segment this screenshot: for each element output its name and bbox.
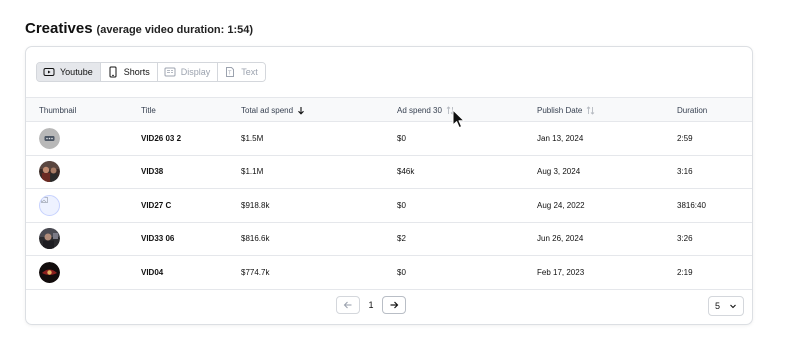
- column-header-duration: Duration: [677, 98, 707, 123]
- mouse-cursor-icon: [452, 109, 465, 129]
- video-title: VID27 C: [141, 200, 172, 210]
- duration: 2:19: [677, 267, 693, 277]
- publish-date: Jun 26, 2024: [537, 234, 584, 244]
- column-label: Total ad spend: [241, 106, 294, 115]
- ad-spend-30: $0: [397, 200, 406, 210]
- duration: 2:59: [677, 133, 693, 143]
- video-thumbnail[interactable]: [39, 261, 60, 283]
- thumbnail-cell: [39, 189, 60, 222]
- column-header-publish-date[interactable]: Publish Date: [537, 98, 595, 123]
- average-duration-label: (average video duration: 1:54): [96, 24, 254, 36]
- tab-display[interactable]: Display: [157, 63, 219, 81]
- previous-page-button[interactable]: [336, 296, 360, 314]
- table-row[interactable]: VID27 C $918.8k $0 Aug 24, 2022 3816:40: [26, 189, 752, 223]
- total-ad-spend: $918.8k: [241, 200, 270, 210]
- video-title: VID38: [141, 167, 164, 177]
- tab-text-label: Text: [241, 66, 258, 77]
- thumbnail-cell: [39, 256, 60, 289]
- page-title: Creatives: [25, 20, 93, 37]
- total-ad-spend: $1.1M: [241, 167, 264, 177]
- column-header-total-ad-spend[interactable]: Total ad spend: [241, 98, 305, 123]
- tab-text[interactable]: T Text: [218, 63, 265, 81]
- thumbnail-cell: [39, 122, 60, 155]
- sort-icon[interactable]: [586, 106, 595, 115]
- creative-type-tabs: Youtube Shorts Display T Text: [36, 62, 266, 82]
- sort-descending-icon[interactable]: [297, 106, 305, 115]
- pagination: 1: [336, 296, 406, 314]
- video-title: VID26 03 2: [141, 133, 182, 143]
- publish-date: Jan 13, 2024: [537, 133, 584, 143]
- arrow-right-icon: [390, 301, 399, 309]
- ad-spend-30: $0: [397, 267, 406, 277]
- video-thumbnail[interactable]: [39, 228, 60, 250]
- chevron-down-icon: [730, 304, 736, 309]
- thumbnail-cell: [39, 156, 60, 189]
- publish-date: Aug 24, 2022: [537, 200, 585, 210]
- youtube-icon: [43, 66, 55, 78]
- video-thumbnail[interactable]: [39, 161, 60, 183]
- table-header: Thumbnail Title Total ad spend Ad spend …: [26, 97, 752, 122]
- table-row[interactable]: VID04 $774.7k $0 Feb 17, 2023 2:19: [26, 256, 752, 290]
- creatives-card: Youtube Shorts Display T Text Thumbnail …: [25, 46, 753, 325]
- text-icon: T: [224, 66, 236, 78]
- arrow-left-icon: [343, 301, 352, 309]
- tab-shorts-label: Shorts: [123, 66, 150, 77]
- display-icon: [164, 66, 176, 78]
- column-header-ad-spend-30[interactable]: Ad spend 30: [397, 98, 455, 123]
- video-title: VID04: [141, 267, 164, 277]
- ad-spend-30: $0: [397, 133, 406, 143]
- duration: 3:16: [677, 167, 693, 177]
- svg-text:T: T: [227, 71, 232, 77]
- tab-youtube-label: Youtube: [60, 66, 93, 77]
- page-size-value: 5: [715, 301, 721, 311]
- table-row[interactable]: VID33 06 $816.6k $2 Jun 26, 2024 3:26: [26, 223, 752, 256]
- publish-date: Aug 3, 2024: [537, 167, 581, 177]
- creatives-table: Thumbnail Title Total ad spend Ad spend …: [26, 97, 752, 290]
- column-label: Duration: [677, 106, 708, 115]
- column-header-thumbnail: Thumbnail: [39, 98, 76, 123]
- table-row[interactable]: VID26 03 2 $1.5M $0 Jan 13, 2024 2:59: [26, 122, 752, 156]
- section-header: Creatives (average video duration: 1:54): [25, 20, 253, 37]
- column-label: Ad spend 30: [397, 106, 442, 115]
- page-size-select[interactable]: 5: [708, 296, 744, 316]
- total-ad-spend: $774.7k: [241, 267, 270, 277]
- ad-spend-30: $46k: [397, 167, 415, 177]
- tab-display-label: Display: [180, 66, 211, 77]
- column-label: Publish Date: [537, 106, 583, 115]
- column-label: Thumbnail: [39, 106, 77, 115]
- tab-shorts[interactable]: Shorts: [100, 63, 158, 81]
- video-title: VID33 06: [141, 234, 175, 244]
- current-page-number: 1: [368, 300, 374, 310]
- publish-date: Feb 17, 2023: [537, 267, 585, 277]
- thumbnail-cell: [39, 223, 60, 256]
- column-label: Title: [141, 106, 156, 115]
- duration: 3:26: [677, 234, 693, 244]
- duration: 3816:40: [677, 200, 706, 210]
- tab-youtube[interactable]: Youtube: [37, 63, 101, 81]
- table-row[interactable]: VID38 $1.1M $46k Aug 3, 2024 3:16: [26, 156, 752, 189]
- thumbnail-placeholder-icon[interactable]: [39, 127, 60, 149]
- phone-icon: [107, 66, 119, 78]
- total-ad-spend: $1.5M: [241, 133, 264, 143]
- ad-spend-30: $2: [397, 234, 406, 244]
- total-ad-spend: $816.6k: [241, 234, 270, 244]
- next-page-button[interactable]: [382, 296, 406, 314]
- column-header-title: Title: [141, 98, 156, 123]
- broken-image-icon[interactable]: [39, 194, 60, 216]
